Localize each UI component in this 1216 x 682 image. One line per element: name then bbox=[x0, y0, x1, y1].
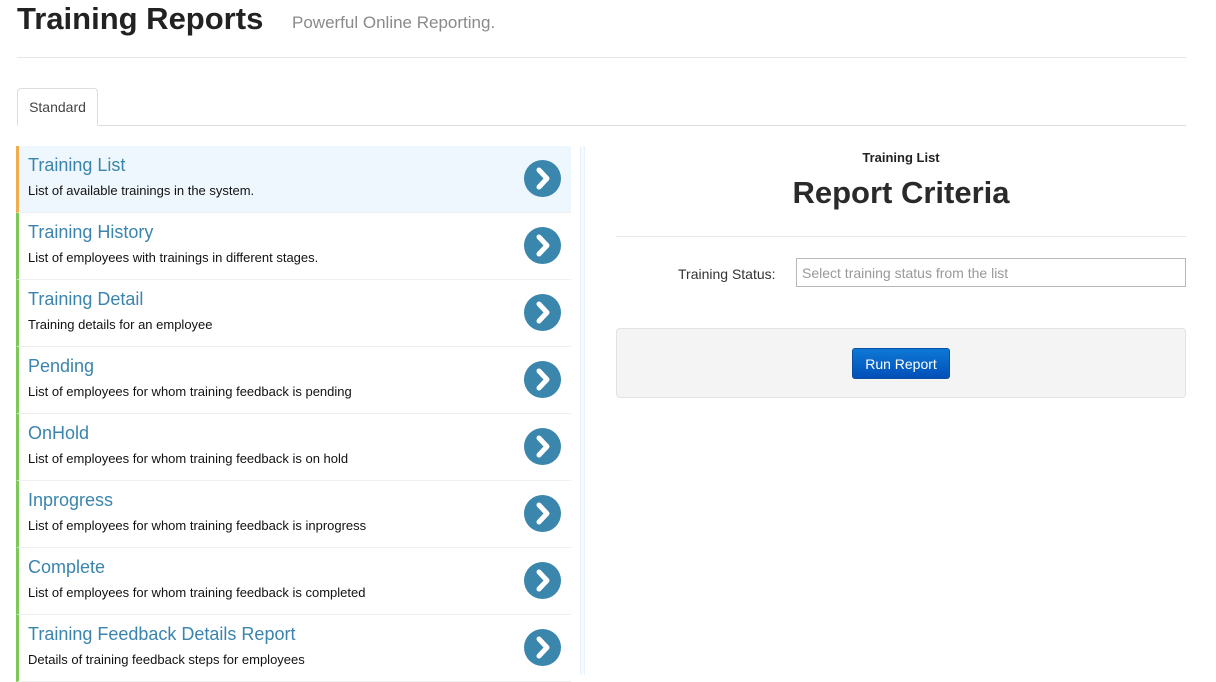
chevron-right-circle-icon[interactable] bbox=[524, 294, 561, 331]
report-item-description: List of employees for whom training feed… bbox=[28, 451, 349, 466]
report-item-training-feedback-details[interactable]: Training Feedback Details Report Details… bbox=[16, 615, 571, 682]
chevron-right-circle-icon[interactable] bbox=[524, 428, 561, 465]
action-well: Run Report bbox=[616, 328, 1186, 398]
chevron-right-circle-icon[interactable] bbox=[524, 227, 561, 264]
tab-standard[interactable]: Standard bbox=[17, 88, 98, 126]
report-item-pending[interactable]: Pending List of employees for whom train… bbox=[16, 347, 571, 414]
report-item-onhold[interactable]: OnHold List of employees for whom traini… bbox=[16, 414, 571, 481]
report-item-complete[interactable]: Complete List of employees for whom trai… bbox=[16, 548, 571, 615]
report-item-inprogress[interactable]: Inprogress List of employees for whom tr… bbox=[16, 481, 571, 548]
criteria-divider bbox=[616, 236, 1186, 237]
chevron-right-circle-icon[interactable] bbox=[524, 495, 561, 532]
report-item-title[interactable]: Complete bbox=[28, 557, 105, 578]
report-item-description: List of available trainings in the syste… bbox=[28, 183, 255, 198]
report-item-description: List of employees for whom training feed… bbox=[28, 384, 352, 399]
report-criteria-panel: Training List Report Criteria Training S… bbox=[616, 146, 1186, 398]
page-subtitle: Powerful Online Reporting. bbox=[292, 13, 496, 32]
page-header: Training Reports Powerful Online Reporti… bbox=[17, 0, 1186, 58]
selected-report-name: Training List bbox=[862, 150, 940, 165]
run-report-button[interactable]: Run Report bbox=[852, 348, 950, 379]
training-status-input[interactable] bbox=[796, 258, 1186, 287]
report-item-description: List of employees with trainings in diff… bbox=[28, 250, 319, 265]
page-title: Training Reports bbox=[17, 1, 264, 36]
report-item-title[interactable]: Inprogress bbox=[28, 490, 113, 511]
chevron-right-circle-icon[interactable] bbox=[524, 629, 561, 666]
report-item-title[interactable]: Training History bbox=[28, 222, 153, 243]
chevron-right-circle-icon[interactable] bbox=[524, 361, 561, 398]
report-item-description: List of employees for whom training feed… bbox=[28, 518, 367, 533]
report-item-training-history[interactable]: Training History List of employees with … bbox=[16, 213, 571, 280]
tab-bar: Standard bbox=[17, 88, 1186, 126]
chevron-right-circle-icon[interactable] bbox=[524, 562, 561, 599]
panel-divider bbox=[580, 146, 585, 675]
report-item-title[interactable]: Training Feedback Details Report bbox=[28, 624, 295, 645]
report-item-title[interactable]: Training List bbox=[28, 155, 125, 176]
report-item-title[interactable]: Pending bbox=[28, 356, 94, 377]
report-item-description: Training details for an employee bbox=[28, 317, 213, 332]
report-item-training-detail[interactable]: Training Detail Training details for an … bbox=[16, 280, 571, 347]
criteria-heading: Report Criteria bbox=[792, 175, 1010, 210]
report-list: Training List List of available training… bbox=[16, 146, 571, 682]
report-item-description: List of employees for whom training feed… bbox=[28, 585, 366, 600]
report-item-description: Details of training feedback steps for e… bbox=[28, 652, 305, 667]
chevron-right-circle-icon[interactable] bbox=[524, 160, 561, 197]
report-item-training-list[interactable]: Training List List of available training… bbox=[16, 146, 571, 213]
training-status-label: Training Status: bbox=[678, 266, 776, 282]
report-item-title[interactable]: OnHold bbox=[28, 423, 89, 444]
report-item-title[interactable]: Training Detail bbox=[28, 289, 143, 310]
